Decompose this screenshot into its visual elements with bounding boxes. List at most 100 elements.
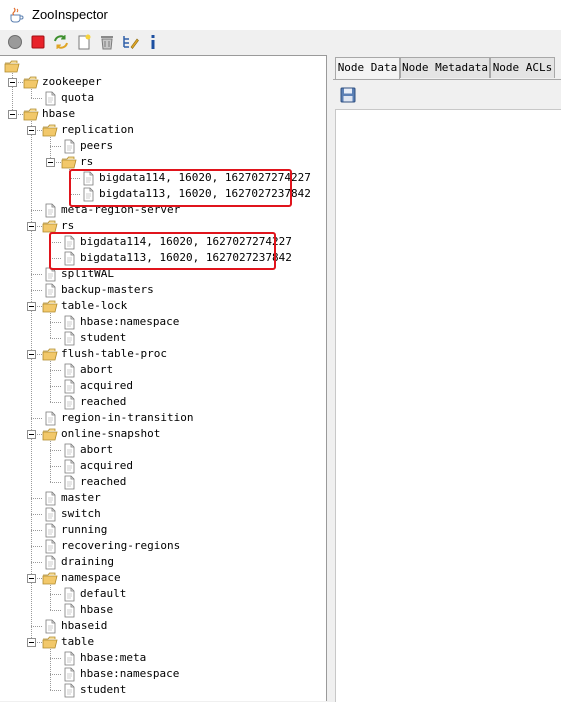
tree-leaf-node[interactable]: switch xyxy=(42,506,101,522)
open-folder-icon xyxy=(42,299,58,314)
open-folder-icon xyxy=(42,635,58,650)
tree-leaf-node[interactable]: abort xyxy=(61,362,113,378)
document-icon xyxy=(42,539,58,554)
grey-circle-icon xyxy=(8,35,22,49)
open-folder-icon xyxy=(42,427,58,442)
tree-guide-line xyxy=(50,482,61,483)
document-icon xyxy=(61,475,77,490)
open-folder-icon xyxy=(23,75,39,90)
tree-leaf-node[interactable]: running xyxy=(42,522,107,538)
tree-folder-node[interactable]: table xyxy=(42,634,94,650)
tree-node-label: hbase:namespace xyxy=(80,667,180,680)
tree-folder-node[interactable]: table-lock xyxy=(42,298,127,314)
tree-node-label: reached xyxy=(80,395,127,408)
open-folder-icon xyxy=(4,59,20,74)
document-icon xyxy=(61,683,77,698)
tree-node-label: zookeeper xyxy=(42,75,102,88)
expand-handle[interactable] xyxy=(27,126,36,135)
tree-leaf-node[interactable]: peers xyxy=(61,138,113,154)
expand-handle[interactable] xyxy=(8,78,17,87)
expand-handle[interactable] xyxy=(8,110,17,119)
tree-node-label: hbase xyxy=(42,107,76,120)
expand-handle[interactable] xyxy=(46,158,55,167)
title-bar: ZooInspector xyxy=(0,0,561,30)
tree-leaf-node[interactable]: draining xyxy=(42,554,114,570)
tree-guide-line xyxy=(31,210,42,211)
tab-node-metadata[interactable]: Node Metadata xyxy=(400,57,490,78)
tree-folder-node[interactable]: flush-table-proc xyxy=(42,346,167,362)
expand-handle[interactable] xyxy=(27,430,36,439)
open-folder-icon xyxy=(23,107,39,122)
tree-leaf-node[interactable]: master xyxy=(42,490,101,506)
tree-leaf-node[interactable]: hbase xyxy=(61,602,113,618)
expand-handle[interactable] xyxy=(27,302,36,311)
tree-node-label: backup-masters xyxy=(61,283,154,296)
tree-guide-line xyxy=(50,338,61,339)
tree-folder-node[interactable] xyxy=(4,58,23,74)
tree-leaf-node[interactable]: hbaseid xyxy=(42,618,107,634)
about-button[interactable] xyxy=(144,33,162,51)
expand-handle[interactable] xyxy=(27,638,36,647)
tree-leaf-node[interactable]: student xyxy=(61,330,126,346)
document-icon xyxy=(42,619,58,634)
new-document-icon xyxy=(78,34,91,50)
tree-leaf-node[interactable]: quota xyxy=(42,90,94,106)
expand-handle[interactable] xyxy=(27,350,36,359)
node-viewers-button[interactable] xyxy=(121,33,139,51)
document-icon xyxy=(61,603,77,618)
tree-leaf-node[interactable]: recovering-regions xyxy=(42,538,180,554)
tree-folder-node[interactable]: replication xyxy=(42,122,134,138)
tree-guide-line xyxy=(31,562,42,563)
tree-leaf-node[interactable]: acquired xyxy=(61,378,133,394)
tree-node-label: namespace xyxy=(61,571,121,584)
tree-folder-node[interactable]: namespace xyxy=(42,570,121,586)
tree-guide-line xyxy=(31,121,32,642)
tree-node-label: running xyxy=(61,523,108,536)
delete-node-button[interactable] xyxy=(98,33,116,51)
tree-leaf-node[interactable]: abort xyxy=(61,442,113,458)
toolbar xyxy=(0,30,561,54)
tree-folder-node[interactable]: zookeeper xyxy=(23,74,102,90)
java-cup-icon xyxy=(8,6,24,24)
document-icon xyxy=(61,139,77,154)
refresh-arrows-icon xyxy=(54,35,68,49)
expand-handle[interactable] xyxy=(27,222,36,231)
tree-leaf-node[interactable]: default xyxy=(61,586,126,602)
tree-folder-node[interactable]: rs xyxy=(61,154,93,170)
refresh-button[interactable] xyxy=(52,33,70,51)
tree-leaf-node[interactable]: hbase:meta xyxy=(61,650,146,666)
tree-guide-line xyxy=(50,361,51,402)
trash-icon xyxy=(101,36,113,50)
disconnect-button[interactable] xyxy=(29,33,47,51)
tree-leaf-node[interactable]: region-in-transition xyxy=(42,410,193,426)
tree-guide-line xyxy=(50,690,61,691)
tree-leaf-node[interactable]: reached xyxy=(61,394,126,410)
save-button[interactable] xyxy=(340,87,356,103)
tree-node-label: flush-table-proc xyxy=(61,347,167,360)
add-node-button[interactable] xyxy=(75,33,93,51)
floppy-disk-icon xyxy=(340,87,356,103)
tree-folder-node[interactable]: online-snapshot xyxy=(42,426,160,442)
tree-leaf-node[interactable]: hbase:namespace xyxy=(61,314,179,330)
tree-node-label: rs xyxy=(80,155,94,168)
node-viewer-panel: Node Data Node Metadata Node ACLs xyxy=(333,55,561,702)
connect-button[interactable] xyxy=(6,33,24,51)
tree-leaf-node[interactable]: hbase:namespace xyxy=(61,666,179,682)
tree-guide-line xyxy=(50,658,61,659)
tab-node-acls[interactable]: Node ACLs xyxy=(490,57,555,78)
open-folder-icon xyxy=(42,123,58,138)
tree-leaf-node[interactable]: acquired xyxy=(61,458,133,474)
document-icon xyxy=(61,667,77,682)
tab-node-data[interactable]: Node Data xyxy=(335,57,400,80)
tree-leaf-node[interactable]: reached xyxy=(61,474,126,490)
node-tree[interactable]: zookeeper quota hbase replication peers rs big… xyxy=(0,55,327,701)
tree-guide-line xyxy=(50,441,51,482)
tree-guide-line xyxy=(50,313,51,338)
document-icon xyxy=(61,363,77,378)
tree-guide-line xyxy=(50,585,51,610)
expand-handle[interactable] xyxy=(27,574,36,583)
node-data-textarea[interactable] xyxy=(335,109,561,702)
tree-leaf-node[interactable]: student xyxy=(61,682,126,698)
tree-folder-node[interactable]: hbase xyxy=(23,106,75,122)
tree-leaf-node[interactable]: backup-masters xyxy=(42,282,154,298)
